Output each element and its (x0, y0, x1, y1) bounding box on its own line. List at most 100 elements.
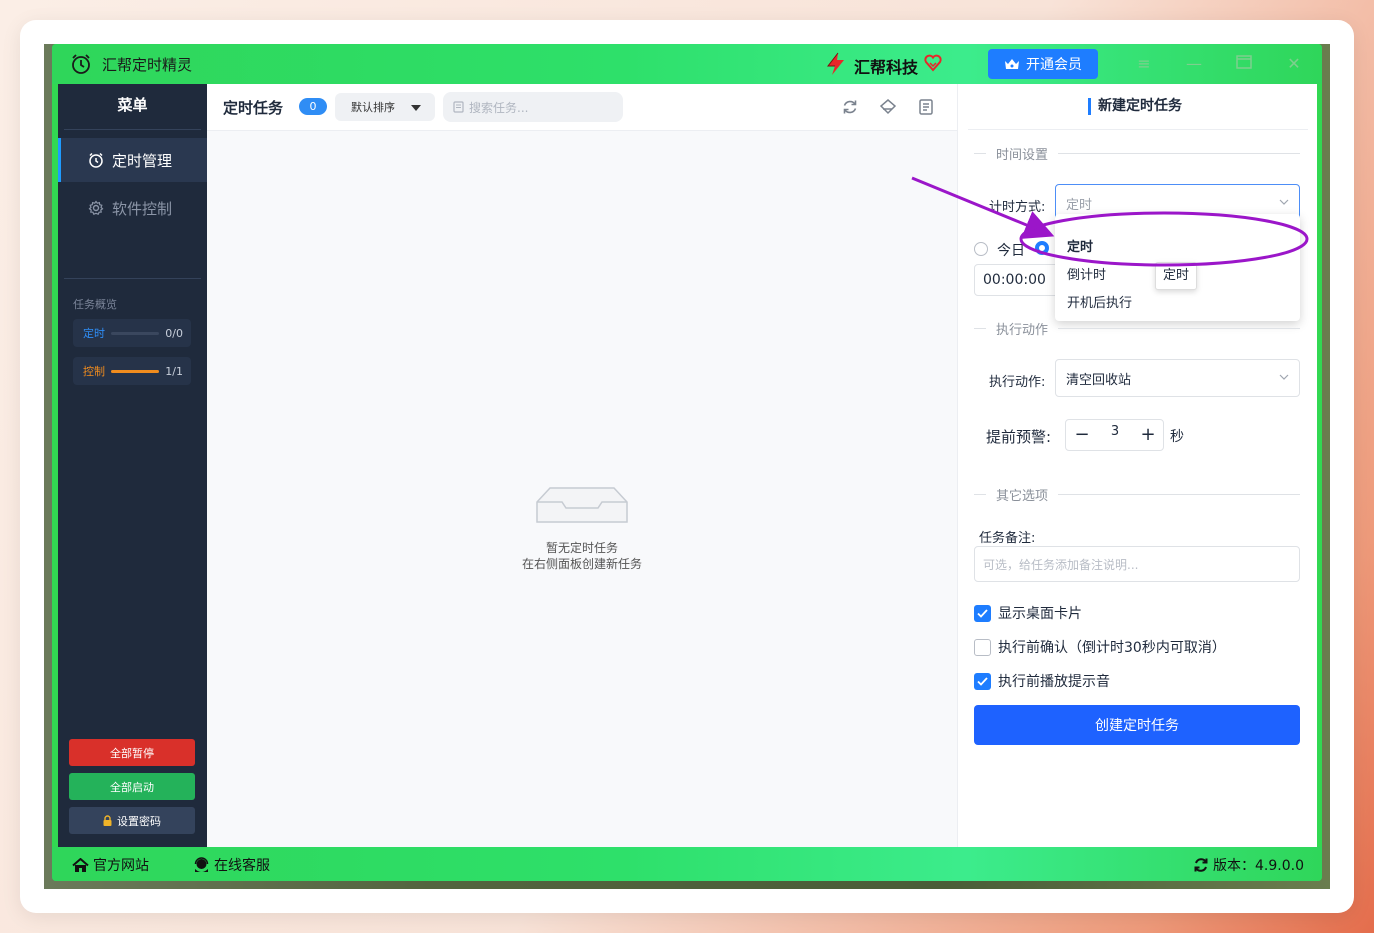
overview-row-label: 控制 (83, 365, 105, 378)
version-label: 版本：4.9.0.0 (1213, 858, 1304, 874)
close-icon[interactable]: ✕ (1283, 53, 1305, 75)
search-placeholder: 搜索任务... (469, 100, 529, 115)
overview-count: 0/0 (165, 326, 183, 340)
note-input[interactable]: 可选，给任务添加备注说明... (974, 546, 1300, 582)
sidebar: 菜单 定时管理 软件控制 任务概览 定时 0/0 控制 1/1 全部暂停 全部启… (58, 84, 207, 847)
empty-inbox-icon (536, 487, 628, 523)
create-task-button[interactable]: 创建定时任务 (974, 705, 1300, 745)
checkbox-play-sound[interactable]: 执行前播放提示音 (974, 671, 1110, 691)
alarm-clock-icon (89, 152, 103, 168)
timing-mode-label: 计时方式: (989, 200, 1046, 215)
time-value: 00:00:00 (983, 272, 1046, 288)
checkbox-show-desktop-card[interactable]: 显示桌面卡片 (974, 603, 1082, 623)
brand-name: 汇帮科技 (854, 58, 919, 77)
checkbox-unchecked[interactable] (974, 638, 991, 656)
section-action: 执行动作 (974, 318, 1300, 338)
divider (64, 278, 201, 279)
refresh-icon[interactable] (841, 98, 859, 116)
title-bar[interactable]: 汇帮定时精灵 汇帮科技 开通会员 ≡ — ✕ (52, 44, 1322, 84)
alarm-clock-logo-icon (72, 54, 90, 74)
maximize-icon[interactable] (1233, 53, 1255, 75)
radio-selected[interactable] (1035, 241, 1049, 255)
warning-unit: 秒 (1170, 429, 1184, 445)
warning-stepper[interactable]: − 3 + (1065, 419, 1164, 451)
version-info[interactable]: 版本：4.9.0.0 (1193, 855, 1304, 875)
sidebar-title: 菜单 (117, 96, 148, 114)
headset-icon (194, 857, 209, 872)
warning-label: 提前预警: (986, 428, 1052, 446)
overview-row-control: 控制 1/1 (73, 357, 191, 385)
divider (968, 129, 1308, 130)
caret-down-icon (411, 105, 421, 111)
website-link[interactable]: 官方网站 (72, 855, 149, 875)
section-title: 其它选项 (996, 488, 1049, 504)
crown-icon (1005, 59, 1019, 69)
lightning-logo-icon (826, 52, 844, 75)
overview-count: 1/1 (165, 364, 183, 378)
pause-all-label: 全部暂停 (110, 746, 154, 760)
timing-mode-value: 定时 (1066, 197, 1093, 213)
pause-all-button[interactable]: 全部暂停 (69, 739, 195, 766)
support-link[interactable]: 在线客服 (193, 855, 270, 875)
checkbox-checked[interactable] (974, 604, 991, 622)
website-link-label: 官方网站 (93, 858, 149, 874)
dropdown-option-timer[interactable]: 定时 (1067, 236, 1093, 255)
checkbox-label: 执行前确认（倒计时30秒内可取消） (998, 640, 1226, 656)
minus-icon[interactable]: − (1070, 423, 1094, 447)
checkbox-checked[interactable] (974, 672, 991, 690)
overview-row-timer: 定时 0/0 (73, 319, 191, 347)
sort-dropdown-label: 默认排序 (351, 101, 395, 114)
log-icon[interactable] (917, 98, 935, 116)
note-label: 任务备注: (979, 531, 1036, 546)
chevron-down-icon (1279, 374, 1289, 380)
section-other-options: 其它选项 (974, 484, 1300, 504)
minimize-icon[interactable]: — (1183, 53, 1205, 75)
sidebar-item-label: 定时管理 (112, 151, 173, 170)
refresh-icon (1194, 858, 1208, 872)
task-list-header: 定时任务 0 默认排序 搜索任务... (207, 84, 957, 131)
lock-icon (103, 815, 112, 826)
overview-row-label: 定时 (83, 327, 105, 340)
task-count-badge: 0 (299, 98, 327, 115)
dropdown-option-countdown[interactable]: 倒计时 (1067, 264, 1106, 283)
section-title: 时间设置 (996, 147, 1049, 163)
menu-icon[interactable]: ≡ (1133, 53, 1155, 75)
search-input[interactable]: 搜索任务... (443, 92, 623, 122)
sort-dropdown[interactable]: 默认排序 (335, 93, 435, 121)
task-list-panel: 定时任务 0 默认排序 搜索任务... 暂无定时任务 在右侧面板创建新任务 (207, 84, 957, 847)
sidebar-item-software-control[interactable]: 软件控制 (58, 186, 207, 230)
action-label: 执行动作: (989, 375, 1046, 390)
checkbox-confirm-before[interactable]: 执行前确认（倒计时30秒内可取消） (974, 637, 1226, 657)
status-bar: 官方网站 在线客服 版本：4.9.0.0 (52, 847, 1322, 881)
set-password-button[interactable]: 设置密码 (69, 807, 195, 834)
support-link-label: 在线客服 (214, 858, 270, 874)
progress-bar (111, 331, 160, 335)
action-select[interactable]: 清空回收站 (1055, 359, 1300, 397)
plus-icon[interactable]: + (1136, 423, 1160, 447)
time-input[interactable]: 00:00:00 (974, 264, 1062, 296)
dropdown-option-after-boot[interactable]: 开机后执行 (1067, 292, 1132, 311)
section-title: 执行动作 (996, 322, 1049, 338)
eraser-icon[interactable] (879, 98, 897, 116)
start-all-button[interactable]: 全部启动 (69, 773, 195, 800)
home-icon (72, 857, 89, 872)
vip-button-label: 开通会员 (1026, 57, 1082, 73)
divider (64, 129, 201, 130)
empty-title: 暂无定时任务 (545, 541, 618, 555)
sidebar-item-timer-management[interactable]: 定时管理 (58, 138, 207, 182)
gear-icon (88, 200, 104, 215)
vip-button[interactable]: 开通会员 (988, 49, 1098, 79)
radio-today-label: 今日 (997, 243, 1025, 259)
checkbox-label: 执行前播放提示音 (998, 674, 1110, 690)
action-value: 清空回收站 (1066, 372, 1132, 388)
empty-state-text: 暂无定时任务 在右侧面板创建新任务 (482, 540, 682, 572)
empty-subtitle: 在右侧面板创建新任务 (521, 557, 642, 571)
create-task-label: 创建定时任务 (1095, 718, 1179, 734)
set-password-label: 设置密码 (117, 814, 161, 828)
page-title: 定时任务 (223, 99, 284, 117)
warning-value[interactable]: 3 (1102, 424, 1128, 439)
radio-today[interactable] (974, 242, 988, 256)
sidebar-item-label: 软件控制 (112, 199, 173, 218)
tooltip: 定时 (1155, 262, 1198, 290)
overview-label: 任务概览 (73, 298, 117, 311)
